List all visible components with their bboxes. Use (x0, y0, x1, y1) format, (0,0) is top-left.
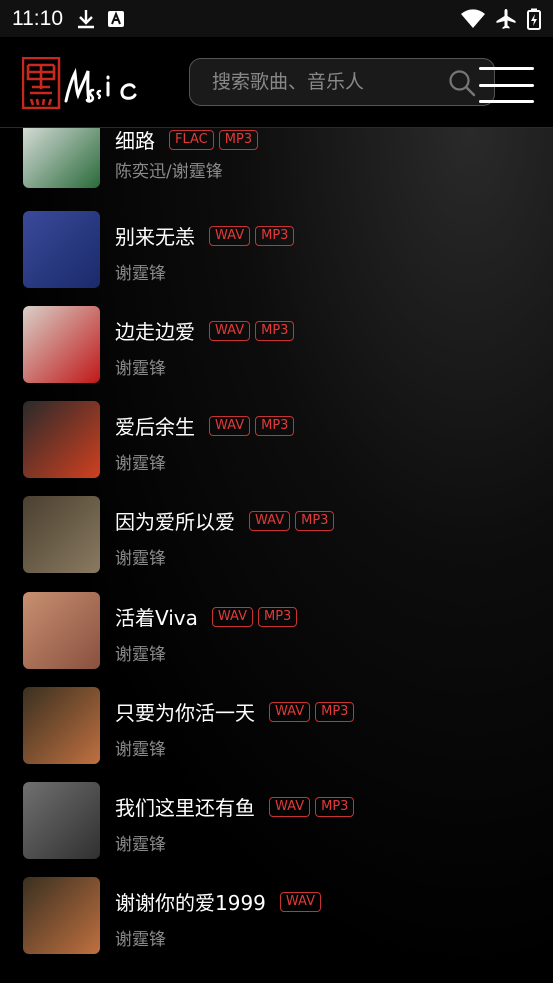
format-badges: WAV MP3 (269, 701, 355, 722)
album-cover[interactable] (23, 306, 100, 383)
app-logo[interactable] (21, 56, 147, 110)
menu-button[interactable] (479, 67, 534, 103)
song-artist: 谢霆锋 (115, 930, 166, 950)
song-row[interactable]: 爱后余生 WAV MP3 谢霆锋 (0, 401, 553, 496)
song-artist: 谢霆锋 (115, 645, 166, 665)
format-badges: WAV MP3 (209, 225, 295, 246)
search-icon[interactable] (448, 69, 476, 97)
song-title-text: 只要为你活一天 (115, 701, 255, 725)
status-bar: 11:10 (0, 0, 553, 37)
format-badge: WAV (269, 701, 311, 722)
hamburger-icon-bar (479, 67, 534, 70)
song-row[interactable]: 边走边爱 WAV MP3 谢霆锋 (0, 306, 553, 401)
format-badge: WAV (209, 415, 251, 436)
album-cover[interactable] (23, 687, 100, 764)
song-title: 细路 FLAC MP3 (115, 128, 259, 154)
song-title-text: 因为爱所以爱 (115, 510, 235, 534)
album-cover[interactable] (23, 401, 100, 478)
app-notification-icon (108, 10, 124, 27)
album-cover[interactable] (23, 128, 100, 188)
song-title: 我们这里还有鱼 WAV MP3 (115, 792, 355, 821)
song-title: 谢谢你的爱1999 WAV (115, 887, 322, 916)
format-badge: MP3 (255, 320, 295, 341)
song-artist: 谢霆锋 (115, 835, 166, 855)
format-badge: MP3 (255, 225, 295, 246)
song-artist: 谢霆锋 (115, 454, 166, 474)
format-badge: WAV (209, 320, 251, 341)
format-badge: FLAC (169, 129, 214, 150)
format-badge: MP3 (315, 796, 355, 817)
song-list[interactable]: 细路 FLAC MP3 陈奕迅/谢霆锋 别来无恙 WAV MP3 谢霆锋 边走边爱 WAV MP3 谢… (0, 128, 553, 983)
song-artist: 陈奕迅/谢霆锋 (115, 162, 223, 182)
song-row[interactable]: 只要为你活一天 WAV MP3 谢霆锋 (0, 687, 553, 782)
format-badges: WAV MP3 (209, 320, 295, 341)
song-artist: 谢霆锋 (115, 740, 166, 760)
song-title-text: 边走边爱 (115, 320, 195, 344)
song-artist: 谢霆锋 (115, 264, 166, 284)
format-badge: MP3 (315, 701, 355, 722)
format-badge: WAV (279, 891, 322, 912)
song-title-text: 谢谢你的爱1999 (115, 891, 266, 915)
song-title: 只要为你活一天 WAV MP3 (115, 697, 355, 726)
song-row[interactable]: 谢谢你的爱1999 WAV 谢霆锋 (0, 877, 553, 972)
wifi-icon (461, 8, 485, 28)
song-title: 边走边爱 WAV MP3 (115, 316, 295, 345)
format-badge: MP3 (218, 129, 259, 150)
status-time: 11:10 (12, 6, 63, 30)
album-cover[interactable] (23, 782, 100, 859)
song-artist: 谢霆锋 (115, 359, 166, 379)
song-title-text: 别来无恙 (115, 225, 195, 249)
song-artist: 谢霆锋 (115, 549, 166, 569)
song-row[interactable]: 我们这里还有鱼 WAV MP3 谢霆锋 (0, 782, 553, 877)
format-badges: WAV MP3 (269, 796, 355, 817)
format-badge: WAV (249, 510, 291, 531)
song-row[interactable]: 细路 FLAC MP3 陈奕迅/谢霆锋 (0, 128, 553, 220)
format-badge: MP3 (255, 415, 295, 436)
format-badges: WAV MP3 (211, 606, 298, 627)
battery-icon (527, 8, 541, 30)
song-row[interactable]: 活着Viva WAV MP3 谢霆锋 (0, 592, 553, 687)
hamburger-icon-bar (479, 100, 534, 103)
song-row[interactable]: 因为爱所以爱 WAV MP3 谢霆锋 (0, 496, 553, 591)
format-badge: MP3 (258, 606, 298, 627)
song-title-text: 我们这里还有鱼 (115, 796, 255, 820)
album-cover[interactable] (23, 877, 100, 954)
format-badge: WAV (269, 796, 311, 817)
song-title-text: 活着Viva (115, 606, 198, 630)
song-title: 因为爱所以爱 WAV MP3 (115, 506, 335, 535)
app-header (0, 37, 553, 128)
song-row[interactable]: 别来无恙 WAV MP3 谢霆锋 (0, 211, 553, 306)
format-badges: WAV (279, 891, 322, 912)
format-badges: FLAC MP3 (169, 129, 259, 150)
search-box[interactable] (189, 58, 495, 106)
format-badge: WAV (211, 606, 253, 627)
album-cover[interactable] (23, 592, 100, 669)
format-badge: WAV (209, 225, 251, 246)
airplane-mode-icon (496, 8, 516, 29)
download-icon (78, 9, 94, 28)
song-title-text: 爱后余生 (115, 415, 195, 439)
format-badges: WAV MP3 (209, 415, 295, 436)
format-badge: MP3 (295, 510, 335, 531)
hamburger-icon-bar (479, 83, 534, 87)
format-badges: WAV MP3 (249, 510, 335, 531)
song-title: 别来无恙 WAV MP3 (115, 221, 295, 250)
album-cover[interactable] (23, 211, 100, 288)
album-cover[interactable] (23, 496, 100, 573)
song-title: 活着Viva WAV MP3 (115, 602, 298, 631)
song-title-text: 细路 (115, 129, 155, 153)
song-title: 爱后余生 WAV MP3 (115, 411, 295, 440)
